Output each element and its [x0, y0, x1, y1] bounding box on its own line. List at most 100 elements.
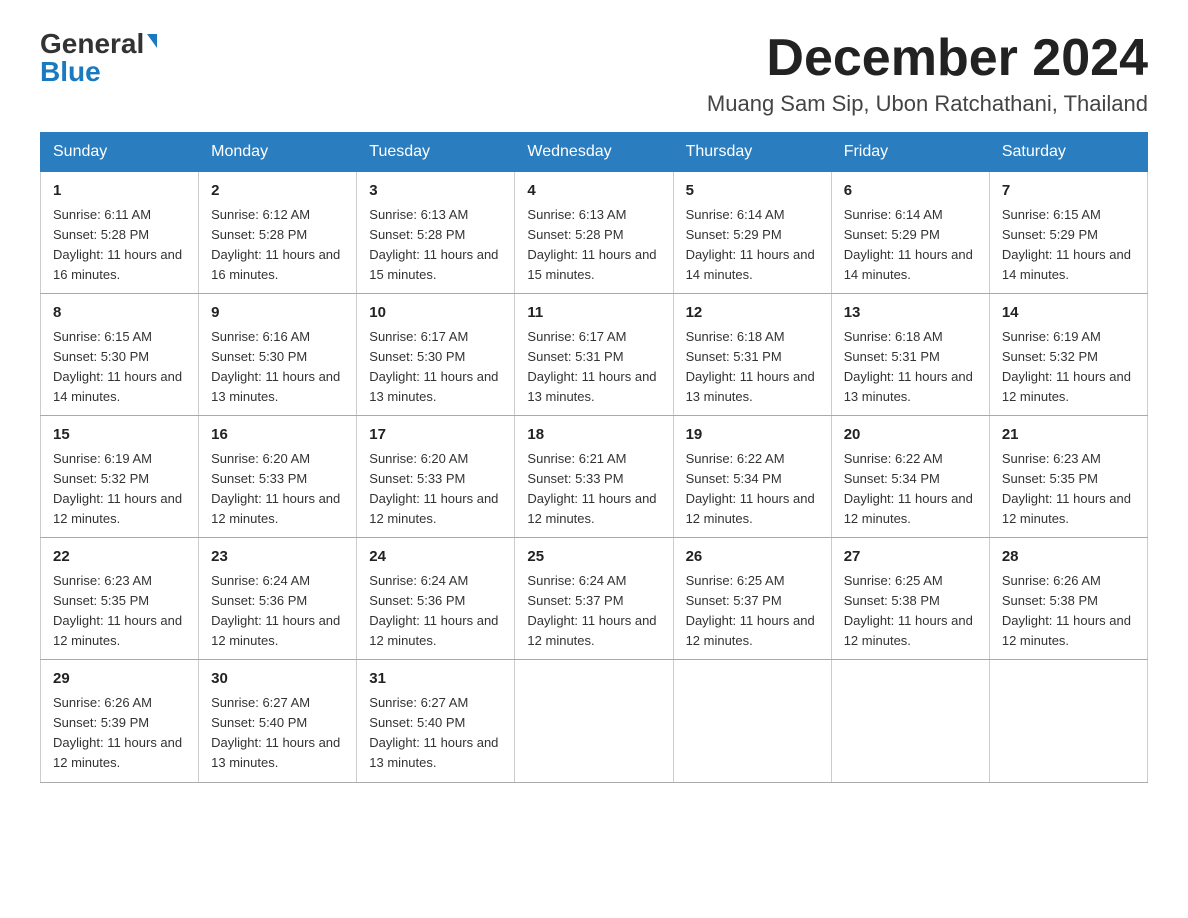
day-number: 9 — [211, 302, 344, 325]
day-info: Sunrise: 6:25 AMSunset: 5:38 PMDaylight:… — [844, 573, 973, 648]
calendar-cell: 5 Sunrise: 6:14 AMSunset: 5:29 PMDaylight… — [673, 172, 831, 294]
day-number: 7 — [1002, 180, 1135, 203]
day-number: 10 — [369, 302, 502, 325]
day-info: Sunrise: 6:13 AMSunset: 5:28 PMDaylight:… — [369, 207, 498, 282]
header-row: SundayMondayTuesdayWednesdayThursdayFrid… — [41, 133, 1148, 172]
calendar-cell: 6 Sunrise: 6:14 AMSunset: 5:29 PMDaylight… — [831, 172, 989, 294]
day-info: Sunrise: 6:14 AMSunset: 5:29 PMDaylight:… — [686, 207, 815, 282]
calendar-cell — [831, 660, 989, 782]
day-info: Sunrise: 6:24 AMSunset: 5:36 PMDaylight:… — [369, 573, 498, 648]
calendar-cell: 21 Sunrise: 6:23 AMSunset: 5:35 PMDayligh… — [989, 416, 1147, 538]
calendar-cell: 23Sunrise: 6:24 AMSunset: 5:36 PMDayligh… — [199, 538, 357, 660]
day-info: Sunrise: 6:13 AMSunset: 5:28 PMDaylight:… — [527, 207, 656, 282]
calendar-cell: 30Sunrise: 6:27 AMSunset: 5:40 PMDayligh… — [199, 660, 357, 782]
calendar-cell: 11Sunrise: 6:17 AMSunset: 5:31 PMDayligh… — [515, 294, 673, 416]
calendar-cell: 13 Sunrise: 6:18 AMSunset: 5:31 PMDayligh… — [831, 294, 989, 416]
day-info: Sunrise: 6:20 AMSunset: 5:33 PMDaylight:… — [211, 451, 340, 526]
location-title: Muang Sam Sip, Ubon Ratchathani, Thailan… — [707, 91, 1148, 117]
calendar-cell — [673, 660, 831, 782]
day-number: 8 — [53, 302, 186, 325]
day-info: Sunrise: 6:26 AMSunset: 5:39 PMDaylight:… — [53, 695, 182, 770]
week-row-3: 15Sunrise: 6:19 AMSunset: 5:32 PMDayligh… — [41, 416, 1148, 538]
calendar-cell: 4 Sunrise: 6:13 AMSunset: 5:28 PMDaylight… — [515, 172, 673, 294]
day-info: Sunrise: 6:15 AMSunset: 5:30 PMDaylight:… — [53, 329, 182, 404]
day-number: 15 — [53, 424, 186, 447]
day-number: 6 — [844, 180, 977, 203]
calendar-cell: 29 Sunrise: 6:26 AMSunset: 5:39 PMDayligh… — [41, 660, 199, 782]
day-info: Sunrise: 6:21 AMSunset: 5:33 PMDaylight:… — [527, 451, 656, 526]
header-wednesday: Wednesday — [515, 133, 673, 172]
calendar-cell: 27 Sunrise: 6:25 AMSunset: 5:38 PMDayligh… — [831, 538, 989, 660]
day-number: 3 — [369, 180, 502, 203]
day-number: 1 — [53, 180, 186, 203]
calendar-cell: 7Sunrise: 6:15 AMSunset: 5:29 PMDaylight… — [989, 172, 1147, 294]
calendar-cell — [515, 660, 673, 782]
calendar-cell: 28 Sunrise: 6:26 AMSunset: 5:38 PMDayligh… — [989, 538, 1147, 660]
calendar-cell: 2 Sunrise: 6:12 AMSunset: 5:28 PMDaylight… — [199, 172, 357, 294]
calendar-cell: 18 Sunrise: 6:21 AMSunset: 5:33 PMDayligh… — [515, 416, 673, 538]
header-sunday: Sunday — [41, 133, 199, 172]
header: General Blue December 2024 Muang Sam Sip… — [40, 30, 1148, 117]
day-info: Sunrise: 6:23 AMSunset: 5:35 PMDaylight:… — [53, 573, 182, 648]
day-info: Sunrise: 6:22 AMSunset: 5:34 PMDaylight:… — [686, 451, 815, 526]
day-info: Sunrise: 6:18 AMSunset: 5:31 PMDaylight:… — [844, 329, 973, 404]
day-number: 18 — [527, 424, 660, 447]
day-info: Sunrise: 6:17 AMSunset: 5:30 PMDaylight:… — [369, 329, 498, 404]
day-number: 2 — [211, 180, 344, 203]
calendar-cell: 31Sunrise: 6:27 AMSunset: 5:40 PMDayligh… — [357, 660, 515, 782]
day-number: 4 — [527, 180, 660, 203]
day-number: 12 — [686, 302, 819, 325]
day-info: Sunrise: 6:19 AMSunset: 5:32 PMDaylight:… — [1002, 329, 1131, 404]
day-info: Sunrise: 6:27 AMSunset: 5:40 PMDaylight:… — [369, 695, 498, 770]
day-number: 28 — [1002, 546, 1135, 569]
week-row-1: 1 Sunrise: 6:11 AMSunset: 5:28 PMDaylight… — [41, 172, 1148, 294]
calendar-cell: 9 Sunrise: 6:16 AMSunset: 5:30 PMDaylight… — [199, 294, 357, 416]
day-number: 17 — [369, 424, 502, 447]
day-info: Sunrise: 6:18 AMSunset: 5:31 PMDaylight:… — [686, 329, 815, 404]
calendar-cell: 16 Sunrise: 6:20 AMSunset: 5:33 PMDayligh… — [199, 416, 357, 538]
day-info: Sunrise: 6:26 AMSunset: 5:38 PMDaylight:… — [1002, 573, 1131, 648]
calendar-cell: 1 Sunrise: 6:11 AMSunset: 5:28 PMDaylight… — [41, 172, 199, 294]
day-number: 29 — [53, 668, 186, 691]
day-number: 21 — [1002, 424, 1135, 447]
day-number: 5 — [686, 180, 819, 203]
day-info: Sunrise: 6:16 AMSunset: 5:30 PMDaylight:… — [211, 329, 340, 404]
day-number: 19 — [686, 424, 819, 447]
week-row-2: 8 Sunrise: 6:15 AMSunset: 5:30 PMDaylight… — [41, 294, 1148, 416]
day-number: 23 — [211, 546, 344, 569]
day-info: Sunrise: 6:12 AMSunset: 5:28 PMDaylight:… — [211, 207, 340, 282]
day-number: 16 — [211, 424, 344, 447]
day-number: 22 — [53, 546, 186, 569]
day-number: 11 — [527, 302, 660, 325]
calendar-cell: 14 Sunrise: 6:19 AMSunset: 5:32 PMDayligh… — [989, 294, 1147, 416]
calendar-cell — [989, 660, 1147, 782]
calendar-cell: 10 Sunrise: 6:17 AMSunset: 5:30 PMDayligh… — [357, 294, 515, 416]
day-number: 13 — [844, 302, 977, 325]
logo-blue-text: Blue — [40, 58, 101, 86]
logo-triangle-icon — [147, 34, 157, 48]
logo-general-text: General — [40, 30, 144, 58]
day-info: Sunrise: 6:24 AMSunset: 5:37 PMDaylight:… — [527, 573, 656, 648]
header-tuesday: Tuesday — [357, 133, 515, 172]
calendar-cell: 3 Sunrise: 6:13 AMSunset: 5:28 PMDaylight… — [357, 172, 515, 294]
calendar-cell: 24 Sunrise: 6:24 AMSunset: 5:36 PMDayligh… — [357, 538, 515, 660]
calendar-cell: 20Sunrise: 6:22 AMSunset: 5:34 PMDayligh… — [831, 416, 989, 538]
day-info: Sunrise: 6:14 AMSunset: 5:29 PMDaylight:… — [844, 207, 973, 282]
calendar-cell: 8 Sunrise: 6:15 AMSunset: 5:30 PMDaylight… — [41, 294, 199, 416]
day-number: 24 — [369, 546, 502, 569]
calendar-cell: 22 Sunrise: 6:23 AMSunset: 5:35 PMDayligh… — [41, 538, 199, 660]
title-area: December 2024 Muang Sam Sip, Ubon Ratcha… — [707, 30, 1148, 117]
day-info: Sunrise: 6:22 AMSunset: 5:34 PMDaylight:… — [844, 451, 973, 526]
calendar-cell: 17Sunrise: 6:20 AMSunset: 5:33 PMDayligh… — [357, 416, 515, 538]
day-number: 27 — [844, 546, 977, 569]
day-number: 30 — [211, 668, 344, 691]
header-monday: Monday — [199, 133, 357, 172]
day-info: Sunrise: 6:11 AMSunset: 5:28 PMDaylight:… — [53, 207, 182, 282]
day-number: 25 — [527, 546, 660, 569]
day-number: 14 — [1002, 302, 1135, 325]
calendar-table: SundayMondayTuesdayWednesdayThursdayFrid… — [40, 132, 1148, 782]
day-number: 26 — [686, 546, 819, 569]
calendar-cell: 15Sunrise: 6:19 AMSunset: 5:32 PMDayligh… — [41, 416, 199, 538]
day-info: Sunrise: 6:23 AMSunset: 5:35 PMDaylight:… — [1002, 451, 1131, 526]
week-row-5: 29 Sunrise: 6:26 AMSunset: 5:39 PMDayligh… — [41, 660, 1148, 782]
